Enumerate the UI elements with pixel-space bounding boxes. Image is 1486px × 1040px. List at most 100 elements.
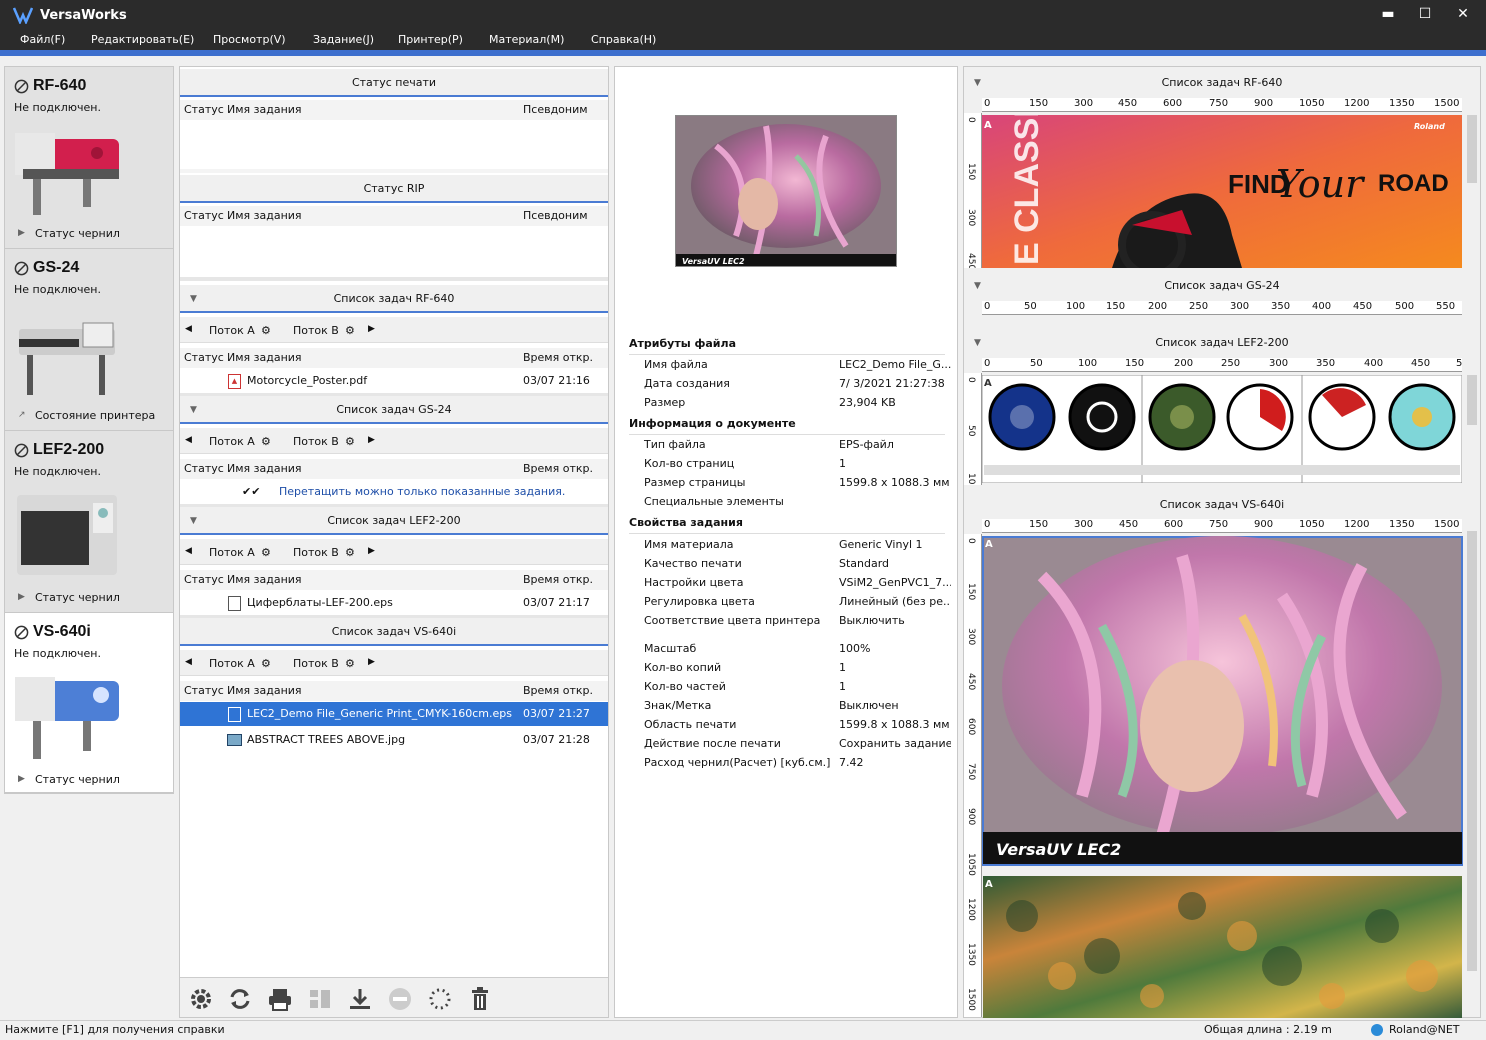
printer-state-link[interactable]: Состояние принтера: [35, 409, 155, 422]
info-value: Сохранить задание: [839, 737, 951, 750]
col-job-name[interactable]: Имя задания: [227, 206, 302, 226]
col-open-time[interactable]: Время откр.: [523, 459, 593, 479]
table-row[interactable]: Циферблаты-LEF-200.eps 03/07 21:17: [180, 591, 608, 615]
gear-icon[interactable]: ⚙: [261, 435, 271, 448]
printer-card-vs640i[interactable]: VS-640i Не подключен. ▶ Статус чернил: [5, 613, 173, 793]
col-job-name[interactable]: Имя задания: [227, 681, 302, 701]
menu-file[interactable]: Файл(F): [20, 33, 65, 46]
tab-queue-a[interactable]: Поток A: [209, 435, 255, 448]
col-open-time[interactable]: Время откр.: [523, 570, 593, 590]
tab-queue-a[interactable]: Поток A: [209, 324, 255, 337]
tab-prev-icon[interactable]: ◀: [185, 546, 192, 556]
tab-queue-b[interactable]: Поток B: [293, 324, 339, 337]
refresh-icon[interactable]: [227, 986, 253, 1012]
vs640i-preview[interactable]: VersaUV LEC2 A A: [982, 536, 1463, 1018]
printer-card-gs24[interactable]: GS-24 Не подключен. ↗ Состояние принтера: [5, 249, 173, 431]
roland-net-icon[interactable]: [1371, 1024, 1383, 1036]
menu-edit[interactable]: Редактировать(E): [91, 33, 194, 46]
ruler-tick: 0: [984, 98, 991, 109]
queue-rf640-header[interactable]: Список задач RF-640: [180, 285, 608, 313]
download-icon[interactable]: [347, 986, 373, 1012]
col-open-time[interactable]: Время откр.: [523, 681, 593, 701]
gear-icon[interactable]: ⚙: [345, 435, 355, 448]
tab-prev-icon[interactable]: ◀: [185, 324, 192, 334]
external-link-icon[interactable]: ↗: [18, 410, 26, 420]
gear-icon[interactable]: ⚙: [261, 657, 271, 670]
vertical-ruler: 0 50 10: [964, 373, 982, 485]
ruler-tick: 450: [1118, 98, 1138, 109]
table-row-selected[interactable]: LEC2_Demo File_Generic Print_CMYK-160cm.…: [180, 702, 608, 726]
col-alias[interactable]: Псевдоним: [523, 100, 588, 120]
col-job-name[interactable]: Имя задания: [227, 348, 302, 368]
settings-gear-icon[interactable]: [188, 986, 214, 1012]
tab-queue-b[interactable]: Поток B: [293, 657, 339, 670]
scrollbar[interactable]: [1464, 101, 1480, 268]
col-job-name[interactable]: Имя задания: [227, 459, 302, 479]
loading-icon[interactable]: [427, 986, 453, 1012]
menu-job[interactable]: Задание(J): [313, 33, 374, 46]
expand-arrow-icon[interactable]: ▶: [18, 774, 25, 784]
tab-prev-icon[interactable]: ◀: [185, 657, 192, 667]
gear-icon[interactable]: ⚙: [345, 324, 355, 337]
roland-net-link[interactable]: Roland@NET: [1389, 1021, 1460, 1039]
table-row[interactable]: ▲ Motorcycle_Poster.pdf 03/07 21:16: [180, 369, 608, 393]
menu-printer[interactable]: Принтер(P): [398, 33, 463, 46]
gear-icon[interactable]: ⚙: [261, 324, 271, 337]
preview-lef2-header[interactable]: Список задач LEF2-200: [964, 329, 1480, 357]
col-job-name[interactable]: Имя задания: [227, 100, 302, 120]
gear-icon[interactable]: ⚙: [345, 657, 355, 670]
menu-media[interactable]: Материал(M): [489, 33, 564, 46]
preview-gs24-header[interactable]: Список задач GS-24: [964, 272, 1480, 300]
trash-icon[interactable]: [467, 986, 493, 1012]
col-status[interactable]: Статус: [184, 100, 224, 120]
col-status[interactable]: Статус: [184, 570, 224, 590]
ink-status-link[interactable]: Статус чернил: [35, 591, 120, 604]
tab-prev-icon[interactable]: ◀: [185, 435, 192, 445]
queue-vs640i-header[interactable]: Список задач VS-640i: [180, 618, 608, 646]
close-button[interactable]: ✕: [1453, 5, 1473, 23]
minimize-button[interactable]: ▬: [1378, 5, 1398, 23]
tab-queue-a[interactable]: Поток A: [209, 546, 255, 559]
info-key: Специальные элементы: [644, 495, 784, 508]
nesting-icon[interactable]: [307, 986, 333, 1012]
cancel-icon[interactable]: [387, 986, 413, 1012]
checkmark-icon: ✔✔: [242, 485, 261, 498]
print-icon[interactable]: [267, 986, 293, 1012]
menu-help[interactable]: Справка(H): [591, 33, 656, 46]
ink-status-link[interactable]: Статус чернил: [35, 227, 120, 240]
motorcycle-poster-preview[interactable]: A E CLASSIC FIND Your ROAD Roland: [982, 115, 1462, 268]
printer-card-lef2-200[interactable]: LEF2-200 Не подключен. ▶ Статус чернил: [5, 431, 173, 613]
col-status[interactable]: Статус: [184, 681, 224, 701]
gear-icon[interactable]: ⚙: [345, 546, 355, 559]
expand-arrow-icon[interactable]: ▶: [18, 592, 25, 602]
col-status[interactable]: Статус: [184, 459, 224, 479]
printer-card-rf640[interactable]: RF-640 Не подключен. ▶ Статус чернил: [5, 67, 173, 249]
expand-arrow-icon[interactable]: ▶: [18, 228, 25, 238]
tab-queue-b[interactable]: Поток B: [293, 546, 339, 559]
tab-next-icon[interactable]: ▶: [368, 546, 375, 556]
ruler-tick: 500: [1395, 301, 1415, 312]
scrollbar[interactable]: [1464, 361, 1480, 485]
tab-queue-b[interactable]: Поток B: [293, 435, 339, 448]
tab-next-icon[interactable]: ▶: [368, 324, 375, 334]
col-job-name[interactable]: Имя задания: [227, 570, 302, 590]
ink-status-link[interactable]: Статус чернил: [35, 773, 120, 786]
gear-icon[interactable]: ⚙: [261, 546, 271, 559]
maximize-button[interactable]: ☐: [1415, 5, 1435, 23]
col-alias[interactable]: Псевдоним: [523, 206, 588, 226]
watch-dials-preview[interactable]: A: [982, 375, 1462, 483]
preview-vs640i-header[interactable]: Список задач VS-640i: [964, 491, 1480, 519]
preview-rf640-header[interactable]: Список задач RF-640: [964, 69, 1480, 97]
ruler-tick: 750: [966, 763, 976, 781]
menu-view[interactable]: Просмотр(V): [213, 33, 286, 46]
col-status[interactable]: Статус: [184, 206, 224, 226]
tab-queue-a[interactable]: Поток A: [209, 657, 255, 670]
col-open-time[interactable]: Время откр.: [523, 348, 593, 368]
queue-gs24-header[interactable]: Список задач GS-24: [180, 396, 608, 424]
tab-next-icon[interactable]: ▶: [368, 435, 375, 445]
table-row[interactable]: ABSTRACT TREES ABOVE.jpg 03/07 21:28: [180, 728, 608, 752]
queue-lef2-header[interactable]: Список задач LEF2-200: [180, 507, 608, 535]
col-status[interactable]: Статус: [184, 348, 224, 368]
tab-next-icon[interactable]: ▶: [368, 657, 375, 667]
scrollbar[interactable]: [1464, 521, 1480, 1017]
